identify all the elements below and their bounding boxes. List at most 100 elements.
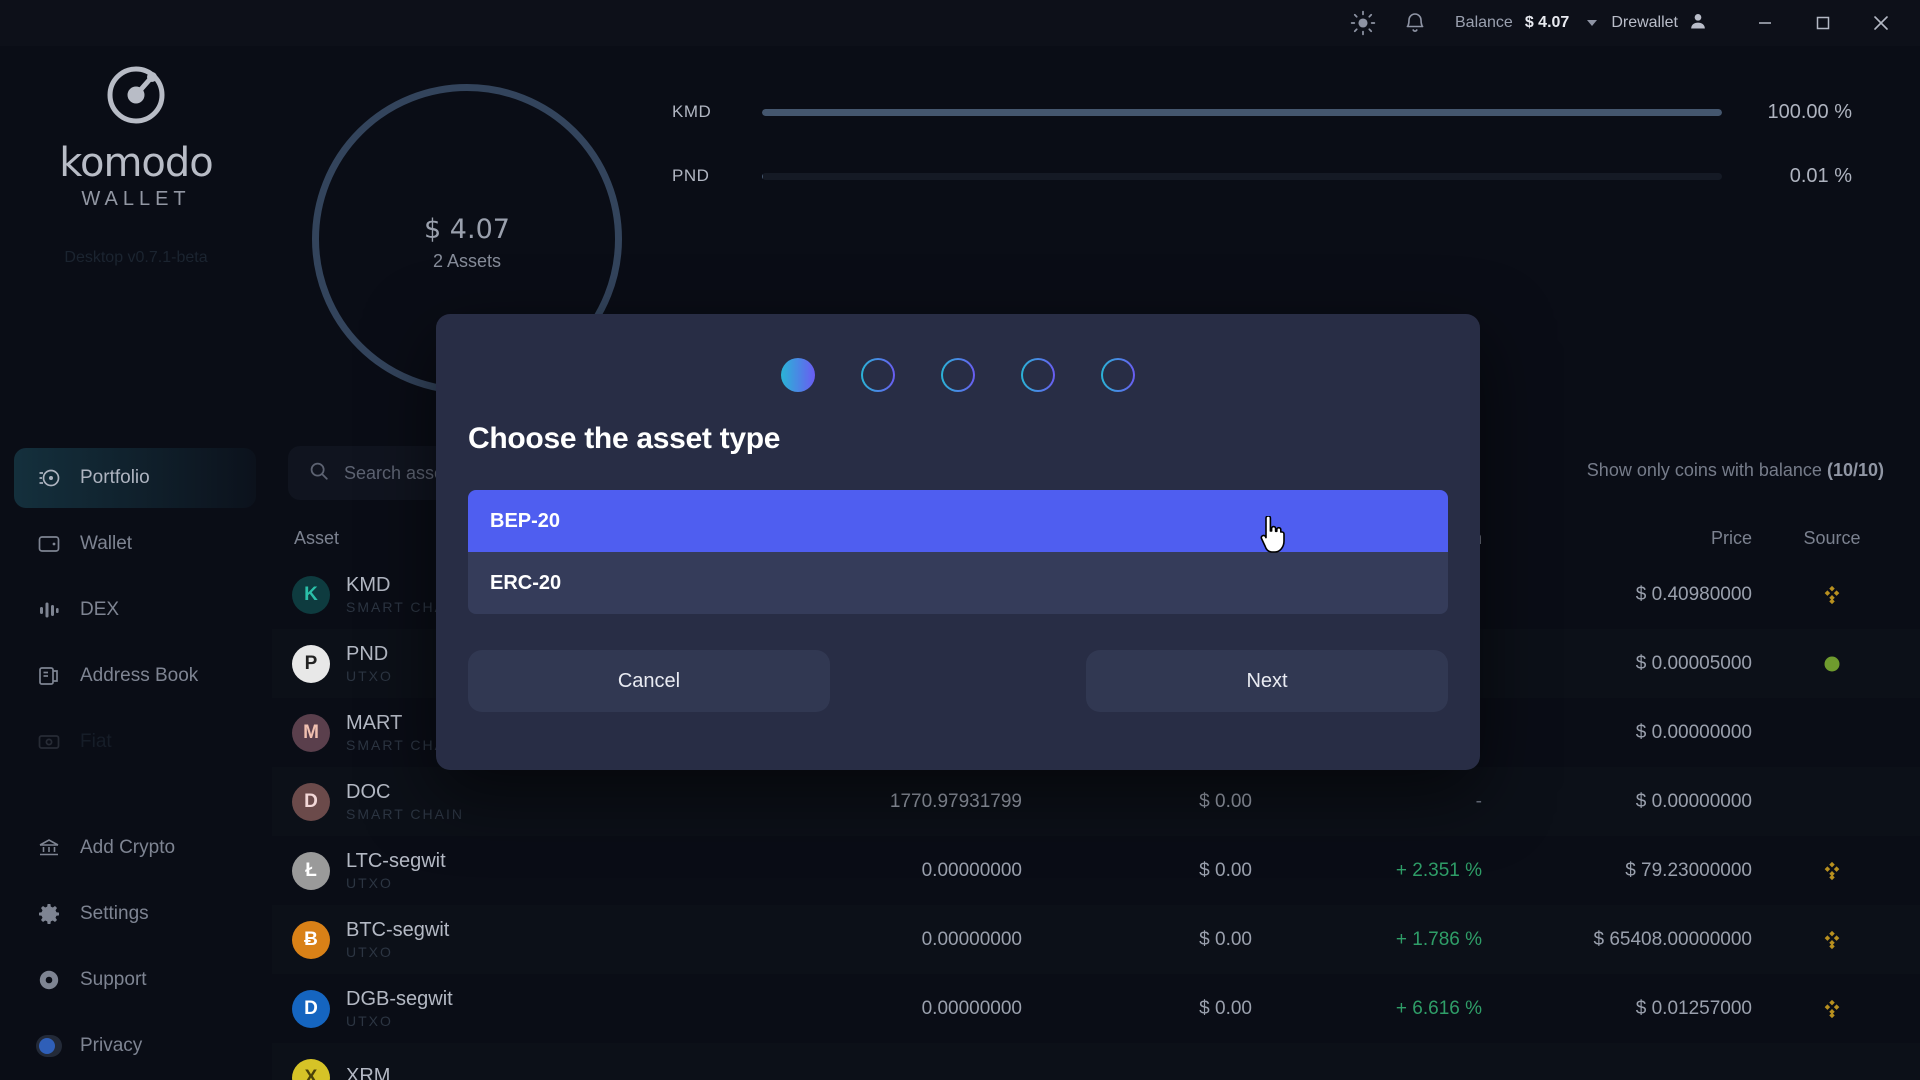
logo-subtitle: WALLET <box>81 188 191 210</box>
coin-type: SMART CHAIN <box>346 805 464 822</box>
sidebar-item-label: Address Book <box>80 665 199 686</box>
bell-icon[interactable] <box>1389 0 1441 46</box>
chevron-down-icon <box>1587 20 1598 26</box>
table-row[interactable]: P PND UTXO $ 0.00005000 <box>272 629 1920 698</box>
source-cell <box>1752 929 1912 951</box>
show-only-label: Show only coins with balance <box>1586 460 1822 480</box>
price-cell: $ 0.40980000 <box>1635 583 1752 605</box>
pointer-hand-cursor <box>1258 515 1288 553</box>
asset-cell: P PND UTXO <box>272 642 692 684</box>
privacy-toggle[interactable] <box>36 1033 62 1059</box>
sidebar-item-dex[interactable]: DEX <box>14 580 256 640</box>
sidebar-item-wallet[interactable]: Wallet <box>14 514 256 574</box>
coin-labels: LTC-segwit UTXO <box>346 850 446 891</box>
allocation-symbol: PND <box>672 166 710 185</box>
column-header-balance[interactable]: Balance <box>692 528 1022 549</box>
address-book-icon <box>36 663 62 689</box>
coin-symbol: PND <box>346 642 389 665</box>
fiat-cell: $ 0.00 <box>1199 859 1252 881</box>
sidebar-item-address-book[interactable]: Address Book <box>14 646 256 706</box>
search-icon <box>308 460 330 487</box>
sidebar: komodo WALLET Desktop v0.7.1-beta Portfo… <box>0 0 272 1080</box>
portfolio-donut-chart: $ 4.07 2 Assets <box>312 64 632 394</box>
change-cell: + 1.786 % <box>1395 928 1482 950</box>
sidebar-item-portfolio[interactable]: Portfolio <box>14 448 256 508</box>
balance-cell: 0.00000000 <box>921 928 1022 950</box>
main-content: $ 4.07 2 Assets KMD 100.00 % PND 0.01 % <box>272 46 1920 1080</box>
change-cell: + 6.616 % <box>1395 997 1482 1019</box>
allocation-bars: KMD 100.00 % PND 0.01 % <box>672 91 1852 219</box>
search-input[interactable]: Search assets <box>288 446 808 500</box>
close-button[interactable] <box>1852 0 1910 46</box>
donut-center-labels: $ 4.07 2 Assets <box>312 214 622 272</box>
sidebar-item-add-crypto[interactable]: Add Crypto <box>14 818 256 878</box>
price-cell: $ 0.00000000 <box>1635 790 1752 812</box>
sidebar-item-label: Fiat <box>80 731 112 752</box>
change-cell: - <box>1475 790 1482 812</box>
table-controls: Search assets Show only coins with balan… <box>272 446 1920 508</box>
coin-labels: PND UTXO <box>346 642 393 684</box>
show-only-with-balance-toggle[interactable]: Show only coins with balance (10/10) <box>1587 460 1884 481</box>
sidebar-item-fiat[interactable]: Fiat <box>14 712 256 772</box>
sidebar-item-support[interactable]: Support <box>14 950 256 1010</box>
price-cell: $ 0.00000000 <box>1635 721 1752 743</box>
source-cell <box>1752 998 1912 1020</box>
coin-labels: DOC SMART CHAIN <box>346 781 464 822</box>
minimize-button[interactable] <box>1736 0 1794 46</box>
sidebar-item-label: Portfolio <box>80 467 150 488</box>
table-row[interactable]: K KMD SMART CHAIN $ 0.40980000 <box>272 560 1920 629</box>
asset-table: K KMD SMART CHAIN $ 0.40980000 P PND UTXO $ 0.0… <box>272 560 1920 1080</box>
portfolio-asset-count: 2 Assets <box>432 251 502 271</box>
coin-icon: P <box>292 644 330 683</box>
asset-cell: D DOC SMART CHAIN <box>272 781 692 822</box>
allocation-symbol: KMD <box>672 102 712 121</box>
table-row[interactable]: D DOC SMART CHAIN 1770.97931799 $ 0.00 - $ 0.0… <box>272 767 1920 836</box>
balance-label: Balance <box>1455 14 1513 31</box>
coin-icon: D <box>292 989 330 1028</box>
coin-icon: D <box>292 782 330 821</box>
privacy-toggle-row[interactable]: Privacy <box>14 1016 256 1076</box>
sidebar-item-settings[interactable]: Settings <box>14 884 256 944</box>
maximize-button[interactable] <box>1794 0 1852 46</box>
asset-cell: K KMD SMART CHAIN <box>272 574 692 615</box>
allocation-row: PND 0.01 % <box>672 155 1852 197</box>
column-header-asset[interactable]: Asset <box>272 528 692 549</box>
table-row[interactable]: X XRM <box>272 1043 1920 1080</box>
column-header-fiat[interactable]: Fiat <box>1022 528 1252 549</box>
price-cell: $ 79.23000000 <box>1625 859 1752 881</box>
balance-display: Balance $ 4.07 <box>1455 14 1569 32</box>
asset-cell: M MART SMART CHAIN <box>272 711 692 753</box>
table-row[interactable]: D DGB-segwit UTXO 0.00000000 $ 0.00 + 6.616 %… <box>272 974 1920 1043</box>
wallet-icon <box>36 531 62 557</box>
coin-symbol: XRM <box>346 1064 391 1080</box>
support-icon <box>36 967 62 993</box>
allocation-track <box>762 172 1722 180</box>
table-row[interactable]: Ł LTC-segwit UTXO 0.00000000 $ 0.00 + 2.351 %… <box>272 836 1920 905</box>
fiat-cell: $ 0.00 <box>1199 997 1252 1019</box>
allocation-percent: 0.01 % <box>1789 164 1852 187</box>
source-cell <box>1752 654 1912 674</box>
coin-type: SMART CHAIN <box>346 598 464 615</box>
coin-symbol: BTC-segwit <box>346 918 450 941</box>
source-cell <box>1752 860 1912 882</box>
bank-add-icon <box>36 835 62 861</box>
coin-labels: DGB-segwit UTXO <box>346 987 453 1029</box>
table-row[interactable]: M MART SMART CHAIN $ 0.00000000 <box>272 698 1920 767</box>
sun-icon[interactable] <box>1337 0 1389 46</box>
logo-wordmark: komodo <box>59 140 214 186</box>
table-row[interactable]: Ƀ BTC-segwit UTXO 0.00000000 $ 0.00 + 1.786 %… <box>272 905 1920 974</box>
sidebar-item-label: Support <box>80 969 147 990</box>
coin-symbol: DGB-segwit <box>346 987 453 1010</box>
coin-symbol: MART <box>346 711 403 734</box>
coin-icon: M <box>292 713 330 752</box>
title-bar: Balance $ 4.07 Drewallet <box>0 0 1920 46</box>
show-only-count: (10/10) <box>1826 460 1884 480</box>
column-header-source[interactable]: Source <box>1752 528 1912 549</box>
asset-cell: Ł LTC-segwit UTXO <box>272 850 692 891</box>
secondary-nav: Add Crypto Settings Support Privacy <box>0 818 272 1080</box>
wallet-selector[interactable]: Drewallet <box>1587 11 1708 36</box>
komodo-logo-icon <box>99 56 173 130</box>
coin-labels: BTC-segwit UTXO <box>346 918 450 960</box>
source-cell <box>1752 584 1912 606</box>
column-header-price[interactable]: Price <box>1482 528 1752 549</box>
